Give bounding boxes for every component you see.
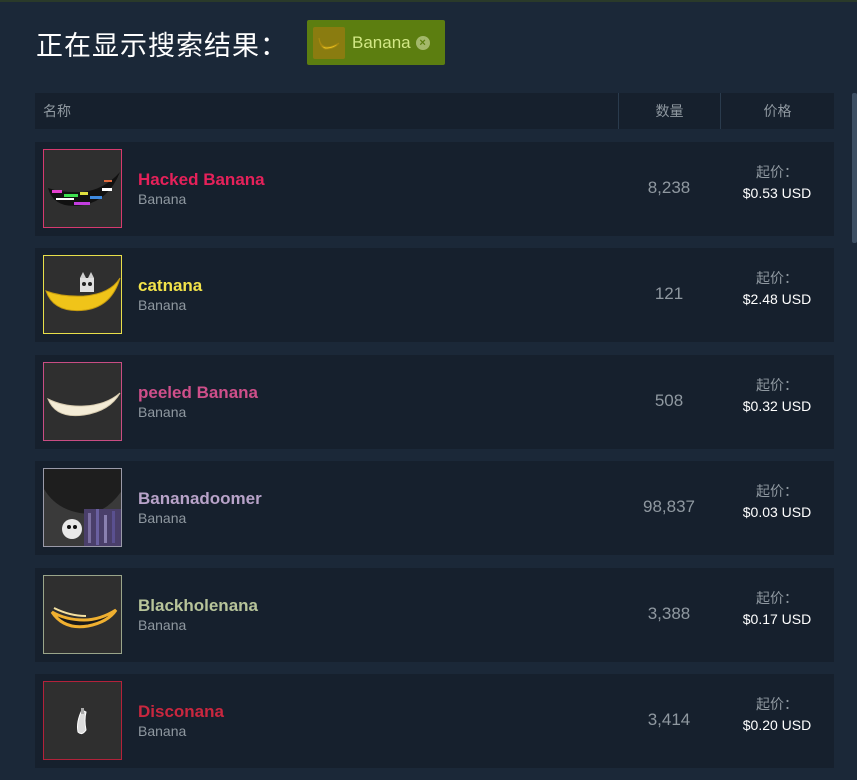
close-icon[interactable]: × bbox=[415, 35, 430, 50]
price-box: 起价： $0.03 USD bbox=[720, 481, 834, 520]
price-box: 起价： $0.17 USD bbox=[720, 588, 834, 627]
item-name[interactable]: peeled Banana bbox=[138, 383, 258, 403]
column-header-name[interactable]: 名称 bbox=[35, 93, 618, 129]
item-quantity: 8,238 bbox=[647, 178, 691, 197]
item-game: Banana bbox=[138, 191, 187, 207]
price-label: 起价： bbox=[756, 377, 798, 393]
item-image bbox=[43, 362, 122, 441]
price-box: 起价： $0.32 USD bbox=[720, 375, 834, 414]
item-name[interactable]: Blackholenana bbox=[138, 596, 258, 616]
top-rule bbox=[0, 0, 857, 2]
price-label: 起价： bbox=[756, 164, 798, 180]
item-image bbox=[43, 255, 122, 334]
table-row[interactable]: peeled Banana Banana 508 起价： $0.32 USD bbox=[35, 355, 834, 449]
item-quantity: 508 bbox=[654, 391, 684, 410]
price-value: $2.48 USD bbox=[742, 291, 812, 307]
item-name[interactable]: Disconana bbox=[138, 702, 224, 722]
price-label: 起价： bbox=[756, 483, 798, 499]
item-game: Banana bbox=[138, 510, 187, 526]
item-name[interactable]: catnana bbox=[138, 276, 202, 296]
item-quantity: 3,388 bbox=[647, 604, 691, 623]
table-row[interactable]: catnana Banana 121 起价： $2.48 USD bbox=[35, 248, 834, 342]
scrollbar[interactable] bbox=[852, 93, 857, 243]
price-value: $0.20 USD bbox=[742, 717, 812, 733]
item-quantity: 121 bbox=[654, 284, 684, 303]
price-value: $0.53 USD bbox=[742, 185, 812, 201]
price-value: $0.32 USD bbox=[742, 398, 812, 414]
column-header-quantity[interactable]: 数量 bbox=[618, 93, 720, 129]
item-game: Banana bbox=[138, 723, 187, 739]
item-game: Banana bbox=[138, 297, 187, 313]
item-image bbox=[43, 575, 122, 654]
table-row[interactable]: Disconana Banana 3,414 起价： $0.20 USD bbox=[35, 674, 834, 768]
price-box: 起价： $0.53 USD bbox=[720, 162, 834, 201]
item-image bbox=[43, 468, 122, 547]
price-value: $0.17 USD bbox=[742, 611, 812, 627]
item-game: Banana bbox=[138, 617, 187, 633]
price-value: $0.03 USD bbox=[742, 504, 812, 520]
price-box: 起价： $0.20 USD bbox=[720, 694, 834, 733]
search-filter-chip[interactable]: Banana × bbox=[307, 20, 445, 65]
column-header-price[interactable]: 价格 bbox=[720, 93, 834, 129]
item-quantity: 3,414 bbox=[647, 710, 691, 729]
price-box: 起价： $2.48 USD bbox=[720, 268, 834, 307]
item-name[interactable]: Hacked Banana bbox=[138, 170, 265, 190]
table-row[interactable]: Bananadoomer Banana 98,837 起价： $0.03 USD bbox=[35, 461, 834, 555]
item-quantity: 98,837 bbox=[643, 497, 695, 516]
table-header: 名称 数量 价格 bbox=[35, 93, 834, 129]
table-row[interactable]: Hacked Banana Banana 8,238 起价： $0.53 USD bbox=[35, 142, 834, 236]
table-row[interactable]: Blackholenana Banana 3,388 起价： $0.17 USD bbox=[35, 568, 834, 662]
item-game: Banana bbox=[138, 404, 187, 420]
price-label: 起价： bbox=[756, 270, 798, 286]
banana-icon bbox=[313, 26, 345, 59]
item-image bbox=[43, 681, 122, 760]
filter-chip-label: Banana bbox=[352, 32, 411, 52]
item-image bbox=[43, 149, 122, 228]
results-header: 正在显示搜索结果： bbox=[36, 20, 288, 66]
price-label: 起价： bbox=[756, 696, 798, 712]
item-name[interactable]: Bananadoomer bbox=[138, 489, 262, 509]
page-title: 正在显示搜索结果： bbox=[36, 30, 288, 61]
price-label: 起价： bbox=[756, 590, 798, 606]
